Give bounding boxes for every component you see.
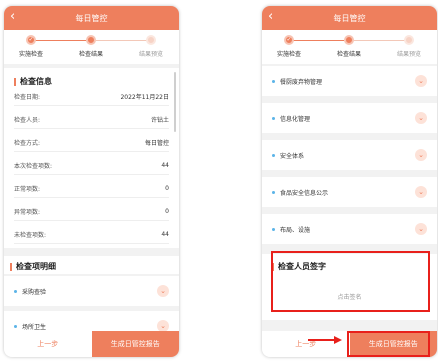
arrow-right-icon: [308, 336, 342, 344]
chevron-left-icon[interactable]: ‹: [268, 9, 273, 25]
info-row-normal: 正常项数: 0: [14, 180, 169, 198]
info-label: 未检查项数:: [14, 232, 47, 239]
accordion-item[interactable]: 布局、设施 ⌄: [262, 214, 437, 244]
active-dot-icon: [86, 35, 96, 45]
info-value: 44: [161, 162, 169, 169]
step-implement[interactable]: ✓ 实施检查: [6, 35, 56, 58]
accordion-label: 餐厨废弃物管理: [280, 78, 323, 86]
info-label: 检查日期:: [14, 94, 41, 101]
info-label: 检查人员:: [14, 117, 41, 124]
generate-report-button[interactable]: 生成日管控报告: [91, 331, 179, 357]
bullet-icon: [272, 153, 275, 157]
info-label: 本次检查项数:: [14, 163, 53, 170]
accordion-label: 安全体系: [280, 152, 305, 160]
step-progress: ✓ 实施检查 检查结果 结果预览: [4, 30, 179, 64]
step-label: 实施检查: [276, 51, 301, 58]
info-row-inspector: 检查人员: 许钻土: [14, 111, 169, 129]
section-title-text: 检查信息: [20, 77, 52, 86]
info-value: 2022年11月22日: [120, 94, 169, 101]
step-result[interactable]: 检查结果: [324, 35, 374, 58]
footer-actions: 上一步 生成日管控报告: [4, 331, 179, 357]
step-label: 检查结果: [78, 51, 103, 58]
section-title: 检查信息: [14, 76, 52, 87]
title-bar: ‹ 每日管控: [4, 6, 179, 30]
accordion-item[interactable]: 安全体系 ⌄: [262, 140, 437, 170]
active-dot-icon: [344, 35, 354, 45]
pending-dot-icon: [404, 35, 414, 45]
step-implement[interactable]: ✓ 实施检查: [264, 35, 314, 58]
step-label: 实施检查: [18, 51, 43, 58]
pending-dot-icon: [146, 35, 156, 45]
info-value: 44: [161, 231, 169, 238]
details-header: 检查项明细: [4, 256, 179, 274]
prev-button[interactable]: 上一步: [4, 331, 92, 357]
phone-screen-left: ‹ 每日管控 ✓ 实施检查 检查结果 结果预览 检查信息 检查日期: 2022年…: [4, 6, 179, 357]
info-value: 0: [165, 185, 169, 192]
accent-bar: [14, 77, 16, 86]
info-value: 许钻土: [150, 117, 169, 124]
step-preview[interactable]: 结果预览: [384, 35, 434, 58]
info-row-method: 检查方式: 每日管控: [14, 134, 169, 152]
info-value: 每日管控: [144, 140, 169, 147]
info-row-unchecked: 未检查项数: 44: [14, 226, 169, 244]
chevron-down-icon[interactable]: ⌄: [415, 75, 427, 87]
title-bar: ‹ 每日管控: [262, 6, 437, 30]
accordion-item[interactable]: 食品安全信息公示 ⌄: [262, 177, 437, 207]
accordion-item[interactable]: 餐厨废弃物管理 ⌄: [262, 66, 437, 96]
accordion-label: 采购查验: [22, 288, 47, 296]
accordion-label: 信息化管理: [280, 115, 311, 123]
section-title: 检查项明细: [10, 261, 56, 272]
step-label: 结果预览: [138, 51, 163, 58]
generate-button-highlight-box: [347, 331, 430, 357]
accordion-item[interactable]: 采购查验 ⌄: [4, 276, 179, 306]
bullet-icon: [14, 289, 17, 293]
info-label: 检查方式:: [14, 140, 41, 147]
chevron-left-icon[interactable]: ‹: [10, 9, 15, 25]
accordion-item[interactable]: 信息化管理 ⌄: [262, 103, 437, 133]
bullet-icon: [272, 116, 275, 120]
scrollbar[interactable]: [174, 72, 176, 132]
accordion-label: 布局、设施: [280, 226, 311, 234]
chevron-down-icon[interactable]: ⌄: [415, 112, 427, 124]
prev-button[interactable]: 上一步: [262, 331, 350, 357]
page-title: 每日管控: [75, 13, 108, 23]
signature-highlight-box: [271, 251, 430, 312]
accordion-label: 食品安全信息公示: [280, 189, 329, 197]
info-row-date: 检查日期: 2022年11月22日: [14, 88, 169, 106]
chevron-down-icon[interactable]: ⌄: [415, 149, 427, 161]
bullet-icon: [272, 227, 275, 231]
step-progress: ✓ 实施检查 检查结果 结果预览: [262, 30, 437, 64]
info-row-total: 本次检查项数: 44: [14, 157, 169, 175]
section-title-text: 检查项明细: [16, 262, 56, 271]
page-title: 每日管控: [333, 13, 366, 23]
bullet-icon: [14, 324, 17, 328]
accordion-label: 场所卫生: [22, 323, 47, 331]
step-label: 检查结果: [336, 51, 361, 58]
step-label: 结果预览: [396, 51, 421, 58]
chevron-down-icon[interactable]: ⌄: [415, 223, 427, 235]
check-icon: ✓: [284, 35, 294, 45]
info-value: 0: [165, 208, 169, 215]
chevron-down-icon[interactable]: ⌄: [157, 285, 169, 297]
bullet-icon: [272, 79, 275, 83]
bullet-icon: [272, 190, 275, 194]
inspection-info-card: 检查信息 检查日期: 2022年11月22日 检查人员: 许钻土 检查方式: 每…: [4, 68, 179, 248]
step-preview[interactable]: 结果预览: [126, 35, 176, 58]
chevron-down-icon[interactable]: ⌄: [415, 186, 427, 198]
info-label: 正常项数:: [14, 186, 41, 193]
screenshot-canvas: ‹ 每日管控 ✓ 实施检查 检查结果 结果预览 检查信息 检查日期: 2022年…: [0, 0, 438, 363]
info-label: 异常项数:: [14, 209, 41, 216]
accent-bar: [10, 262, 12, 271]
check-icon: ✓: [26, 35, 36, 45]
step-result[interactable]: 检查结果: [66, 35, 116, 58]
info-row-abnormal: 异常项数: 0: [14, 203, 169, 221]
